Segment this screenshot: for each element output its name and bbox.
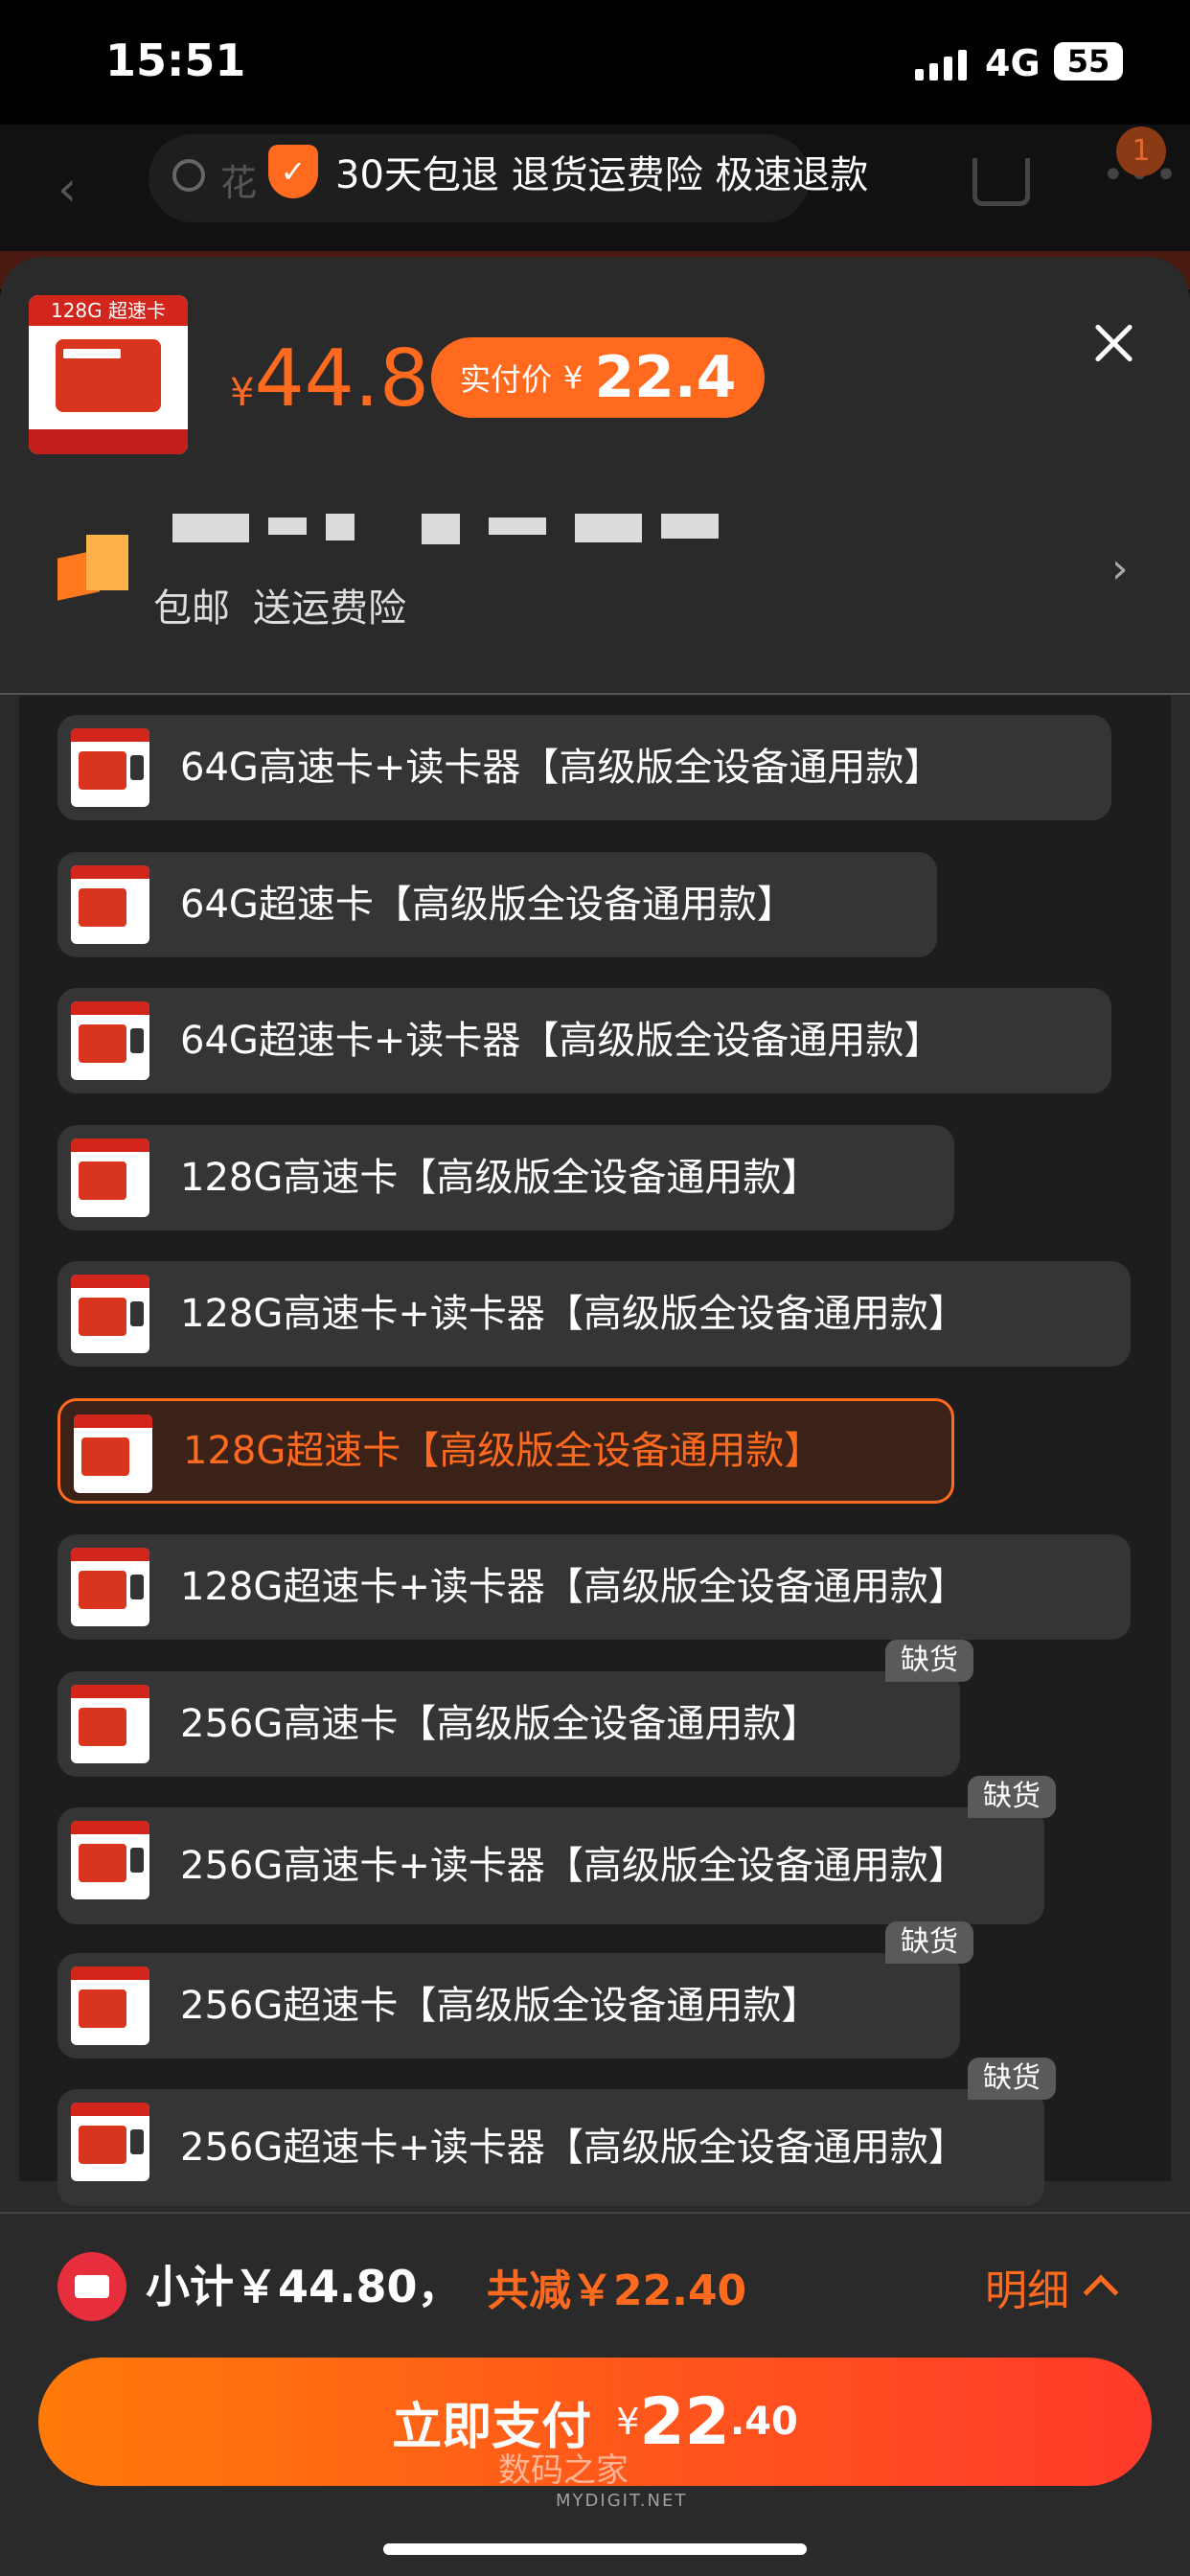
promo-text: 30天包退 退货运费险 极速退款	[335, 153, 869, 197]
option-thumbnail	[71, 865, 149, 944]
option-item[interactable]: 256G超速卡【高级版全设备通用款】	[57, 1953, 960, 2058]
option-item[interactable]: 256G超速卡+读卡器【高级版全设备通用款】	[57, 2089, 1044, 2206]
out-of-stock-badge: 缺货	[885, 1921, 973, 1964]
signal-icon	[915, 48, 967, 80]
tag-free-shipping: 包邮	[153, 586, 230, 631]
option-label: 128G高速卡【高级版全设备通用款】	[180, 1156, 820, 1200]
option-label: 128G超速卡+读卡器【高级版全设备通用款】	[180, 1565, 967, 1609]
option-thumbnail	[71, 1138, 149, 1217]
close-icon[interactable]	[1085, 314, 1142, 372]
price-value: 44.8	[254, 334, 430, 425]
option-thumbnail	[71, 1821, 149, 1899]
detail-label: 明细	[985, 2266, 1069, 2315]
saving-text: 共减￥22.40	[487, 2266, 747, 2315]
home-indicator	[383, 2543, 807, 2555]
cart-icon[interactable]	[973, 158, 1030, 206]
option-label: 64G高速卡+读卡器【高级版全设备通用款】	[180, 746, 943, 790]
option-item[interactable]: 128G超速卡+读卡器【高级版全设备通用款】	[57, 1534, 1131, 1640]
currency-symbol: ¥	[230, 371, 255, 415]
option-item[interactable]: 128G高速卡+读卡器【高级版全设备通用款】	[57, 1261, 1131, 1367]
product-thumbnail[interactable]: 128G 超速卡	[29, 295, 188, 454]
checkout-bar: 小计￥44.80， 共减￥22.40 明细 立即支付 ¥ 22 .40 数码之家…	[0, 2212, 1190, 2576]
option-label: 256G高速卡【高级版全设备通用款】	[180, 1702, 820, 1746]
option-list[interactable]: 64G高速卡+读卡器【高级版全设备通用款】 64G超速卡【高级版全设备通用款】 …	[19, 696, 1171, 2206]
option-item[interactable]: 256G高速卡+读卡器【高级版全设备通用款】	[57, 1807, 1044, 1924]
battery-icon: 55	[1054, 42, 1123, 80]
subtotal-text: 小计￥44.80，	[146, 2261, 462, 2312]
option-thumbnail	[71, 728, 149, 807]
shop-logo	[57, 535, 134, 602]
option-label: 256G高速卡+读卡器【高级版全设备通用款】	[180, 1844, 967, 1888]
option-thumbnail	[71, 1275, 149, 1353]
option-label: 128G超速卡【高级版全设备通用款】	[183, 1429, 823, 1473]
option-thumbnail	[71, 1001, 149, 1080]
option-thumbnail	[71, 2103, 149, 2181]
option-label: 128G高速卡+读卡器【高级版全设备通用款】	[180, 1292, 967, 1336]
actual-price-label: 实付价	[460, 361, 553, 398]
option-label: 64G超速卡+读卡器【高级版全设备通用款】	[180, 1019, 943, 1063]
cart-badge: 1	[1116, 126, 1166, 176]
chevron-up-icon	[1083, 2274, 1119, 2311]
option-item[interactable]: 64G高速卡+读卡器【高级版全设备通用款】	[57, 715, 1111, 820]
option-thumbnail	[71, 1685, 149, 1763]
network-type: 4G	[985, 42, 1041, 84]
actual-currency: ¥	[563, 359, 584, 396]
watermark: 数码之家 MYDIGIT.NET	[498, 2444, 687, 2511]
option-item[interactable]: 64G超速卡【高级版全设备通用款】	[57, 852, 937, 957]
option-item[interactable]: 256G高速卡【高级版全设备通用款】	[57, 1671, 960, 1777]
pay-currency: ¥	[616, 2401, 640, 2443]
actual-price-pill: 实付价 ¥ 22.4	[431, 337, 766, 418]
thumbnail-label: 128G 超速卡	[29, 295, 188, 326]
option-label: 64G超速卡【高级版全设备通用款】	[180, 883, 795, 927]
promo-banner: ✓ 30天包退 退货运费险 极速退款	[268, 144, 868, 199]
thumbnail-footer	[29, 429, 188, 454]
option-item-selected[interactable]: 128G超速卡【高级版全设备通用款】	[57, 1398, 954, 1504]
shield-check-icon: ✓	[268, 145, 318, 198]
option-label: 256G超速卡【高级版全设备通用款】	[180, 1984, 820, 2028]
status-bar: 15:51 4G 55	[0, 0, 1190, 125]
option-item[interactable]: 64G超速卡+读卡器【高级版全设备通用款】	[57, 988, 1111, 1093]
option-thumbnail	[71, 1548, 149, 1626]
memory-card-image	[56, 339, 161, 412]
shop-name-blurred	[172, 514, 747, 552]
tag-return-insurance: 送运费险	[253, 586, 406, 631]
option-thumbnail	[74, 1414, 152, 1493]
search-icon	[172, 159, 205, 192]
coupon-icon	[57, 2252, 126, 2321]
out-of-stock-badge: 缺货	[885, 1640, 973, 1682]
option-thumbnail	[71, 1966, 149, 2045]
option-label: 256G超速卡+读卡器【高级版全设备通用款】	[180, 2126, 967, 2170]
status-time: 15:51	[105, 34, 246, 86]
option-item[interactable]: 128G高速卡【高级版全设备通用款】	[57, 1125, 954, 1230]
actual-price-value: 22.4	[594, 344, 737, 411]
watermark-subtext: MYDIGIT.NET	[556, 2491, 688, 2511]
watermark-text: 数码之家	[498, 2451, 629, 2490]
original-price: ¥ 44.8	[230, 334, 429, 425]
out-of-stock-badge: 缺货	[968, 2058, 1056, 2100]
divider	[0, 693, 1190, 695]
out-of-stock-badge: 缺货	[968, 1776, 1056, 1818]
shop-tags: 包邮 送运费险	[153, 577, 406, 632]
chevron-right-icon[interactable]: ›	[1111, 544, 1129, 593]
search-input[interactable]: 花	[220, 153, 257, 206]
detail-toggle[interactable]: 明细	[985, 2256, 1119, 2317]
pay-amount-dec: .40	[729, 2400, 798, 2444]
back-arrow-icon[interactable]: ‹	[57, 161, 77, 217]
